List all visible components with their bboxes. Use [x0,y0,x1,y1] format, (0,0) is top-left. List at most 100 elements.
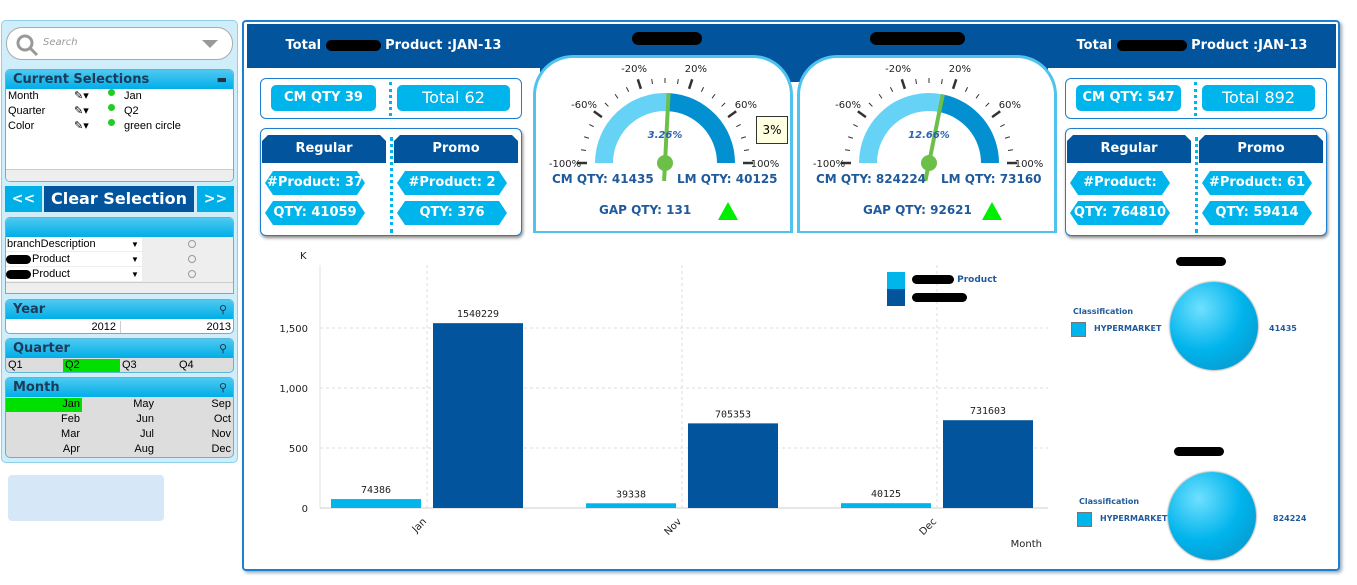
quarter-Q4[interactable]: Q4 [177,359,233,372]
field-row[interactable]: Product ▼ [6,252,233,267]
promo-product-count: #Product: 2 [397,171,507,195]
radio-icon[interactable] [188,240,196,248]
sphere-chart[interactable] [1170,282,1258,370]
dropdown-arrow-icon[interactable] [202,40,218,50]
promo-tab: Promo [1199,135,1323,163]
cm-qty-badge: CM QTY: 547 [1076,85,1181,111]
gauge-tick [593,110,603,119]
gauge-tick [727,110,737,119]
field-row[interactable]: branchDescription ▼ [6,237,233,252]
clear-selection-button[interactable]: Clear Selection [44,186,194,212]
sphere-chart[interactable] [1168,472,1256,560]
gauge-tick [991,110,1001,119]
quarter-Q3[interactable]: Q3 [120,359,177,372]
search-box[interactable]: Search [6,27,233,60]
dropdown-icon[interactable]: ▼ [131,252,139,267]
sphere-title-redacted [1176,257,1226,266]
radio-icon[interactable] [188,270,196,278]
gauge-hub [921,155,937,171]
promo-qty: QTY: 376 [397,201,507,225]
month-Jul[interactable]: Jul [84,428,156,442]
field-row[interactable]: Product ▼ [6,267,233,282]
y-tick-label: 1,500 [279,324,308,335]
horizontal-scrollbar[interactable] [6,282,233,293]
gauge-tick-label: 100% [1015,159,1044,170]
year-listbox: Year ⚲ 2012 2013 [5,299,234,334]
bar[interactable] [943,420,1033,508]
gauge-gap-qty: GAP QTY: 92621 [863,203,972,217]
eraser-icon[interactable]: ✎▾ [74,119,89,134]
promo-product-count: #Product: 61 [1202,171,1312,195]
horizontal-scrollbar[interactable] [6,169,233,181]
gauge-tick [975,93,980,99]
gauge-hub [657,155,673,171]
gauge-tick [868,102,873,107]
gauge-tick [853,123,858,128]
gauge-tick-label: -60% [835,100,861,111]
selection-row[interactable]: Color ✎▾ green circle [6,119,233,134]
year-2013[interactable]: 2013 [122,321,233,333]
gauge-tick-label: 100% [751,159,780,170]
regular-product-count: #Product: 37 [265,171,365,195]
month-Oct[interactable]: Oct [160,413,233,427]
bar[interactable] [331,499,421,508]
sphere-legend-swatch [1071,322,1086,337]
sphere-legend-category: HYPERMARKET [1094,324,1162,333]
selected-dot-icon [108,89,115,96]
selected-dot-icon [108,119,115,126]
bar[interactable] [586,503,676,508]
minimize-icon[interactable]: ▬ [217,70,227,89]
x-axis-label: Month [1011,539,1042,550]
radio-icon[interactable] [188,255,196,263]
gauge-tick-label: 60% [999,100,1021,111]
gauge-1: -100% -60% -20% 20% 60% 100% 12.66% CM QTY: 824… [797,55,1057,233]
bar[interactable] [688,423,778,508]
month-Nov[interactable]: Nov [160,428,233,442]
month-Jan[interactable]: Jan [6,398,82,412]
blank-button[interactable] [8,475,164,521]
month-Feb[interactable]: Feb [6,413,82,427]
x-tick-label: Nov [663,516,685,538]
bar-value-label: 731603 [970,406,1006,417]
promo-tab: Promo [394,135,518,163]
selection-row[interactable]: Quarter ✎▾ Q2 [6,104,233,119]
selection-row[interactable]: Month ✎▾ Jan [6,89,233,104]
quarter-Q1[interactable]: Q1 [6,359,63,372]
eraser-icon[interactable]: ✎▾ [74,104,89,119]
redaction [325,40,381,51]
search-icon[interactable]: ⚲ [219,378,227,397]
y-tick-label: 1,000 [279,384,308,395]
regular-qty: QTY: 764810 [1070,201,1170,225]
month-May[interactable]: May [84,398,156,412]
month-Sep[interactable]: Sep [160,398,233,412]
gauge-tick [857,110,867,119]
sphere-legend-title: Classification [1073,307,1134,316]
month-Dec[interactable]: Dec [160,443,233,457]
month-Aug[interactable]: Aug [84,443,156,457]
gauge-tick [878,93,883,99]
field-list-header [6,218,233,237]
gauge-tick [951,78,958,90]
search-icon[interactable]: ⚲ [219,339,227,358]
forward-button[interactable]: >> [197,186,234,212]
dropdown-icon[interactable]: ▼ [131,237,139,252]
gauge-tick [743,149,750,151]
month-Jun[interactable]: Jun [84,413,156,427]
dropdown-icon[interactable]: ▼ [131,267,139,282]
quarter-Q2[interactable]: Q2 [63,359,120,372]
bar[interactable] [433,323,523,508]
year-2012[interactable]: 2012 [6,321,121,333]
month-Apr[interactable]: Apr [6,443,82,457]
gauge-tick [584,136,590,139]
gauge-tick-label: 20% [949,64,971,75]
gauge-tick [1004,136,1010,139]
bar[interactable] [841,503,931,508]
gauge-tick [844,149,851,151]
gauge-tick-label: -20% [621,64,647,75]
eraser-icon[interactable]: ✎▾ [74,89,89,104]
month-Mar[interactable]: Mar [6,428,82,442]
navigation-bar: << Clear Selection >> [5,186,234,212]
search-icon[interactable]: ⚲ [219,300,227,319]
back-button[interactable]: << [5,186,42,212]
gauge-value: 3.26% [648,130,683,141]
